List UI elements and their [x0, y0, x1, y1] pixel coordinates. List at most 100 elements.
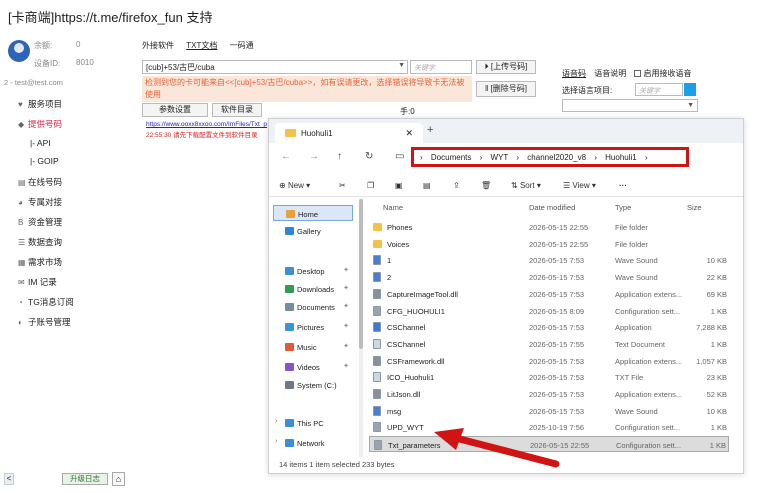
file-name: 2: [387, 273, 392, 283]
file-row[interactable]: CSFramework.dll 2026-05-15 7:53 Applicatio…: [369, 353, 729, 369]
sidebar-item-7[interactable]: ☰ 数据查询: [18, 236, 62, 248]
forward-icon[interactable]: →: [309, 151, 319, 162]
sidebar-footer: < 升级日志 ⌂: [4, 472, 126, 488]
pin-icon[interactable]: ✦: [343, 322, 349, 330]
col-date[interactable]: Date modified: [529, 203, 575, 212]
nav-item-pc[interactable]: › This PC: [273, 415, 353, 431]
explorer-tabbar: Huohuli1 ✕ +: [269, 119, 743, 143]
nav-scrollbar-thumb[interactable]: [359, 199, 363, 349]
lang-search-button[interactable]: [684, 83, 696, 96]
warning-banner: 检测到您的卡可能来自<<[cub]+53/古巴/cuba>>，如有误请更改，选择…: [142, 76, 472, 102]
software-dir-button[interactable]: 软件目录: [212, 103, 262, 117]
breadcrumb-item[interactable]: channel2020_v8: [527, 153, 586, 162]
cut-icon[interactable]: ✂: [339, 181, 346, 190]
more-button[interactable]: ···: [619, 181, 627, 190]
pin-icon[interactable]: ✦: [343, 362, 349, 370]
tab-txt-docs[interactable]: TXT文档: [186, 41, 217, 50]
file-name: ICO_Huohuli1: [387, 373, 435, 383]
sidebar-item-2[interactable]: |- API: [30, 138, 51, 148]
nav-item-label: Home: [298, 210, 319, 219]
file-row[interactable]: CFG_HUOHULI1 2026-05-15 8:09 Configuration…: [369, 303, 729, 319]
file-row[interactable]: LitJson.dll 2026-05-15 7:53 Application ex…: [369, 386, 729, 402]
paste-icon[interactable]: ▣: [395, 181, 403, 190]
upload-number-button[interactable]: ⏵ [上传号码]: [476, 60, 536, 74]
enable-voice-checkbox[interactable]: 启用接收语音: [634, 69, 691, 78]
refresh-icon[interactable]: ↻: [365, 151, 373, 162]
file-row[interactable]: 1 2026-05-15 7:53 Wave Sound 10 KB: [369, 252, 729, 268]
country-select[interactable]: [cub]+53/古巴/cuba ▼: [142, 60, 408, 74]
home-icon[interactable]: ⌂: [112, 472, 125, 486]
sidebar-item-11[interactable]: ◐ 子账号管理: [18, 316, 71, 328]
sidebar-item-6[interactable]: B 资金管理: [18, 216, 62, 228]
sidebar-item-0[interactable]: ♥ 服务项目: [18, 98, 62, 110]
file-row[interactable]: CSChannel 2026-05-15 7:53 Application 7,288…: [369, 319, 729, 335]
sidebar-item-4[interactable]: ▤ 在线号码: [18, 176, 62, 188]
back-icon[interactable]: ←: [281, 151, 291, 162]
pin-icon[interactable]: ✦: [343, 284, 349, 292]
lang-select[interactable]: ▼: [562, 99, 698, 112]
file-date: 2026-05-15 7:53: [529, 289, 585, 299]
pin-icon[interactable]: ✦: [343, 302, 349, 310]
explorer-tab[interactable]: Huohuli1 ✕: [275, 123, 423, 143]
sort-button[interactable]: ⇅ Sort ▾: [511, 181, 541, 190]
file-row[interactable]: CSChannel 2026-05-15 7:55 Text Document 1 K…: [369, 336, 729, 352]
tab-one-code[interactable]: 一码通: [230, 41, 254, 50]
breadcrumb[interactable]: › Documents › WYT › channel2020_v8 › Huo…: [411, 147, 689, 167]
nav-item-home[interactable]: Home: [273, 205, 353, 221]
col-type[interactable]: Type: [615, 203, 631, 212]
upgrade-log-button[interactable]: 升级日志: [62, 473, 108, 485]
sidebar-item-10[interactable]: ◔ TG消息订阅: [18, 296, 74, 308]
tab-voice-code[interactable]: 语音码: [562, 69, 586, 78]
nav-item-label: Pictures: [297, 323, 325, 332]
share-icon[interactable]: ⇪: [453, 181, 460, 190]
nav-item-downloads[interactable]: Downloads ✦: [273, 281, 353, 297]
sidebar-item-9[interactable]: ✉ IM 记录: [18, 276, 57, 288]
pin-icon[interactable]: ✦: [343, 266, 349, 274]
file-name: LitJson.dll: [387, 390, 421, 399]
nav-item-documents[interactable]: Documents ✦: [273, 299, 353, 315]
sidebar-item-1[interactable]: ◆ 提供号码: [18, 118, 62, 130]
delete-icon[interactable]: 🗑: [481, 181, 491, 190]
nav-item-music[interactable]: Music ✦: [273, 339, 353, 355]
file-row[interactable]: 2 2026-05-15 7:53 Wave Sound 22 KB: [369, 269, 729, 285]
sidebar-item-8[interactable]: ▦ 需求市场: [18, 256, 62, 268]
file-row[interactable]: ICO_Huohuli1 2026-05-15 7:53 TXT File 23 KB: [369, 369, 729, 385]
nav-item-desktop[interactable]: Desktop ✦: [273, 263, 353, 279]
copy-icon[interactable]: ❐: [367, 181, 374, 190]
nav-item-label: System (C:): [297, 381, 337, 390]
file-row[interactable]: CaptureImageTool.dll 2026-05-15 7:53 Appli…: [369, 286, 729, 302]
param-settings-button[interactable]: 参数设置: [142, 103, 208, 117]
col-size[interactable]: Size: [687, 203, 702, 212]
up-icon[interactable]: ↑: [337, 151, 342, 162]
sidebar-item-5[interactable]: ◕ 专属对接: [18, 196, 62, 208]
tab-voice-desc[interactable]: 语音说明: [594, 69, 626, 78]
view-button[interactable]: ☰ View ▾: [563, 181, 596, 190]
chevron-right-icon[interactable]: ›: [275, 418, 277, 425]
rename-icon[interactable]: ▤: [423, 181, 431, 190]
sidebar-item-3[interactable]: |- GOIP: [30, 156, 59, 166]
delete-number-button[interactable]: ‖ [删除号码]: [476, 81, 536, 97]
nav-item-drive[interactable]: System (C:): [273, 377, 353, 393]
pin-icon[interactable]: ✦: [343, 342, 349, 350]
new-tab-icon[interactable]: +: [427, 124, 433, 136]
nav-item-gallery[interactable]: Gallery: [273, 223, 353, 239]
new-button[interactable]: ⊕ New ▾: [279, 181, 310, 190]
keyword-input[interactable]: 关键字: [410, 60, 472, 74]
breadcrumb-item[interactable]: WYT: [491, 153, 509, 162]
file-row[interactable]: Voices 2026-05-15 22:55 File folder: [369, 236, 729, 252]
breadcrumb-item[interactable]: Huohuli1: [605, 153, 637, 162]
file-row[interactable]: Phones 2026-05-15 22:55 File folder: [369, 219, 729, 235]
file-row[interactable]: msg 2026-05-15 7:53 Wave Sound 10 KB: [369, 403, 729, 419]
chevron-right-icon[interactable]: ›: [275, 438, 277, 445]
nav-item-pictures[interactable]: Pictures ✦: [273, 319, 353, 335]
col-name[interactable]: Name: [383, 203, 403, 212]
lang-keyword-input[interactable]: 关键字: [635, 83, 683, 96]
close-icon[interactable]: ✕: [405, 128, 413, 139]
nav-item-network[interactable]: › Network: [273, 435, 353, 451]
collapse-button[interactable]: <: [4, 473, 14, 485]
tab-external-software[interactable]: 外接软件: [142, 41, 174, 50]
breadcrumb-item[interactable]: Documents: [431, 153, 471, 162]
nav-scrollbar[interactable]: [359, 199, 363, 457]
nav-item-videos[interactable]: Videos ✦: [273, 359, 353, 375]
config-link[interactable]: https://www.ooxx8xxoo.com/ImFiles/Txt_p: [146, 121, 267, 128]
